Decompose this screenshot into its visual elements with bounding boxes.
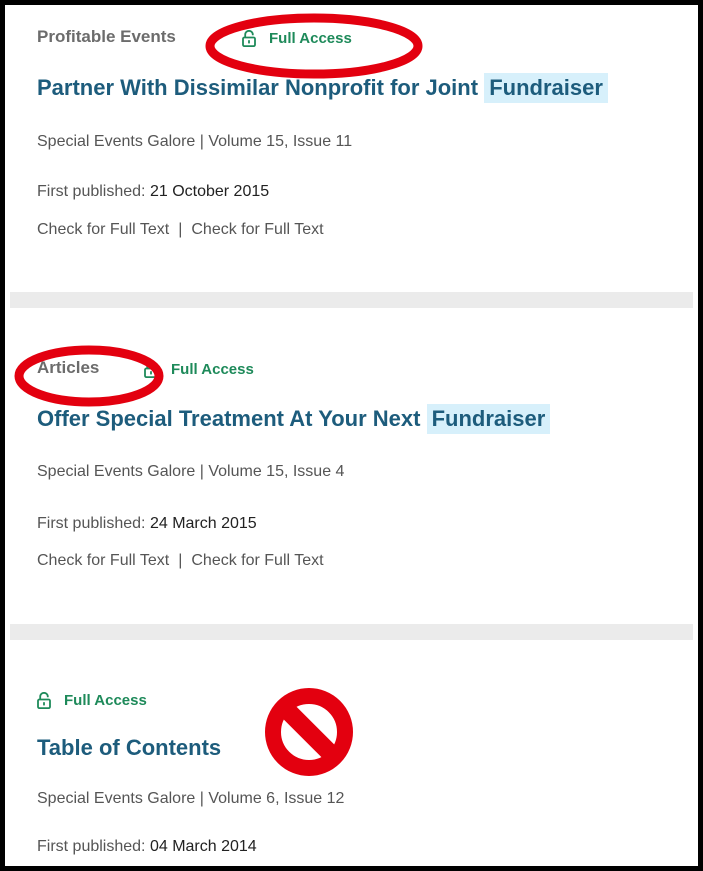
access-badge: Full Access — [242, 30, 352, 47]
published-date: 24 March 2015 — [149, 515, 257, 532]
access-badge: Full Access — [144, 361, 254, 378]
published-date-line: First published: 24 March 2015 — [37, 515, 257, 533]
link-separator: | — [178, 552, 183, 569]
result-category: Articles — [37, 358, 100, 377]
published-date-line: First published: 04 March 2014 — [37, 838, 257, 856]
link-separator: | — [178, 221, 183, 238]
publication-info: Special Events Galore | Volume 15, Issue… — [37, 133, 353, 150]
access-label: Full Access — [171, 361, 254, 378]
publication-info: Special Events Galore | Volume 15, Issue… — [37, 463, 345, 480]
search-result-card: Full Access Table of Contents Special Ev… — [10, 640, 693, 866]
access-label: Full Access — [269, 30, 352, 47]
result-title-link[interactable]: Partner With Dissimilar Nonprofit for Jo… — [37, 73, 608, 103]
result-title-text: Offer Special Treatment At Your Next — [37, 406, 421, 431]
published-label: First published: — [37, 838, 146, 855]
result-category: Profitable Events — [37, 27, 176, 46]
published-date: 21 October 2015 — [149, 183, 270, 200]
result-title-link[interactable]: Table of Contents — [37, 735, 221, 761]
published-label: First published: — [37, 515, 146, 532]
result-divider — [10, 624, 693, 640]
published-date-line: First published: 21 October 2015 — [37, 183, 269, 201]
result-divider — [10, 292, 693, 308]
search-result-card: Profitable Events Full Access Partner Wi… — [10, 5, 693, 292]
published-date: 04 March 2014 — [149, 838, 257, 855]
unlocked-padlock-icon — [144, 361, 158, 378]
check-full-text-link[interactable]: Check for Full Text — [37, 221, 169, 238]
full-text-links: Check for Full Text | Check for Full Text — [37, 552, 324, 570]
unlocked-padlock-icon — [37, 692, 51, 709]
search-result-card: Articles Full Access Offer Special Treat… — [10, 308, 693, 624]
result-title-text: Partner With Dissimilar Nonprofit for Jo… — [37, 75, 479, 100]
check-full-text-link[interactable]: Check for Full Text — [37, 552, 169, 569]
result-title-link[interactable]: Offer Special Treatment At Your Next Fun… — [37, 404, 551, 434]
search-term-highlight: Fundraiser — [484, 73, 608, 103]
check-full-text-link[interactable]: Check for Full Text — [191, 552, 323, 569]
search-results-screenshot: Profitable Events Full Access Partner Wi… — [0, 0, 703, 871]
result-title-text: Table of Contents — [37, 735, 222, 760]
unlocked-padlock-icon — [242, 30, 256, 47]
check-full-text-link[interactable]: Check for Full Text — [191, 221, 323, 238]
published-label: First published: — [37, 183, 146, 200]
full-text-links: Check for Full Text | Check for Full Text — [37, 221, 324, 239]
access-label: Full Access — [64, 692, 147, 709]
access-badge: Full Access — [37, 692, 147, 709]
publication-info: Special Events Galore | Volume 6, Issue … — [37, 790, 345, 807]
search-term-highlight: Fundraiser — [426, 404, 551, 434]
